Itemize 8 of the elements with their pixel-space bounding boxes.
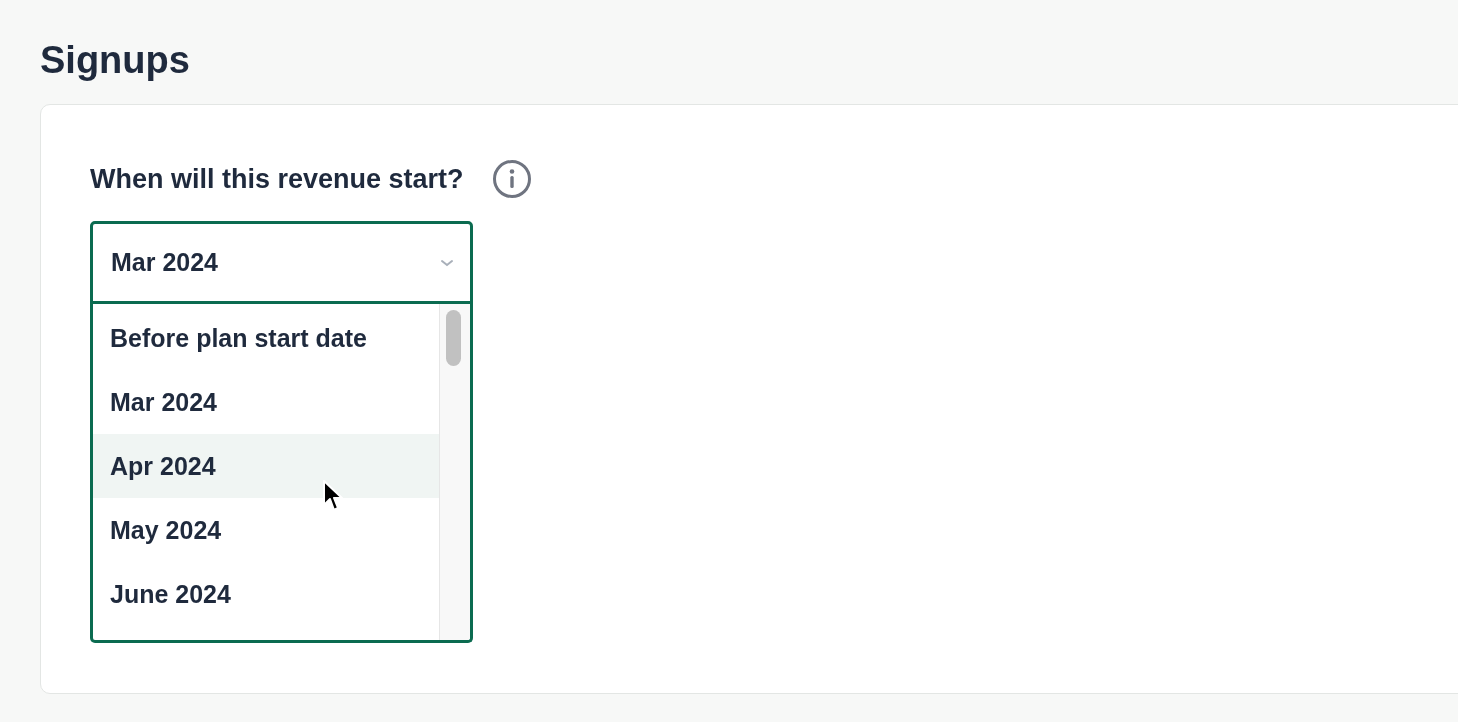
scrollbar-thumb[interactable] xyxy=(446,310,461,366)
question-label: When will this revenue start? xyxy=(90,163,464,196)
chevron-icon xyxy=(440,258,454,267)
info-icon[interactable] xyxy=(491,159,532,199)
dropdown-option[interactable]: Apr 2024 xyxy=(93,434,439,498)
month-select[interactable]: Mar 2024 xyxy=(90,221,473,304)
page-title: Signups xyxy=(40,38,190,83)
scrollbar[interactable] xyxy=(439,304,470,640)
